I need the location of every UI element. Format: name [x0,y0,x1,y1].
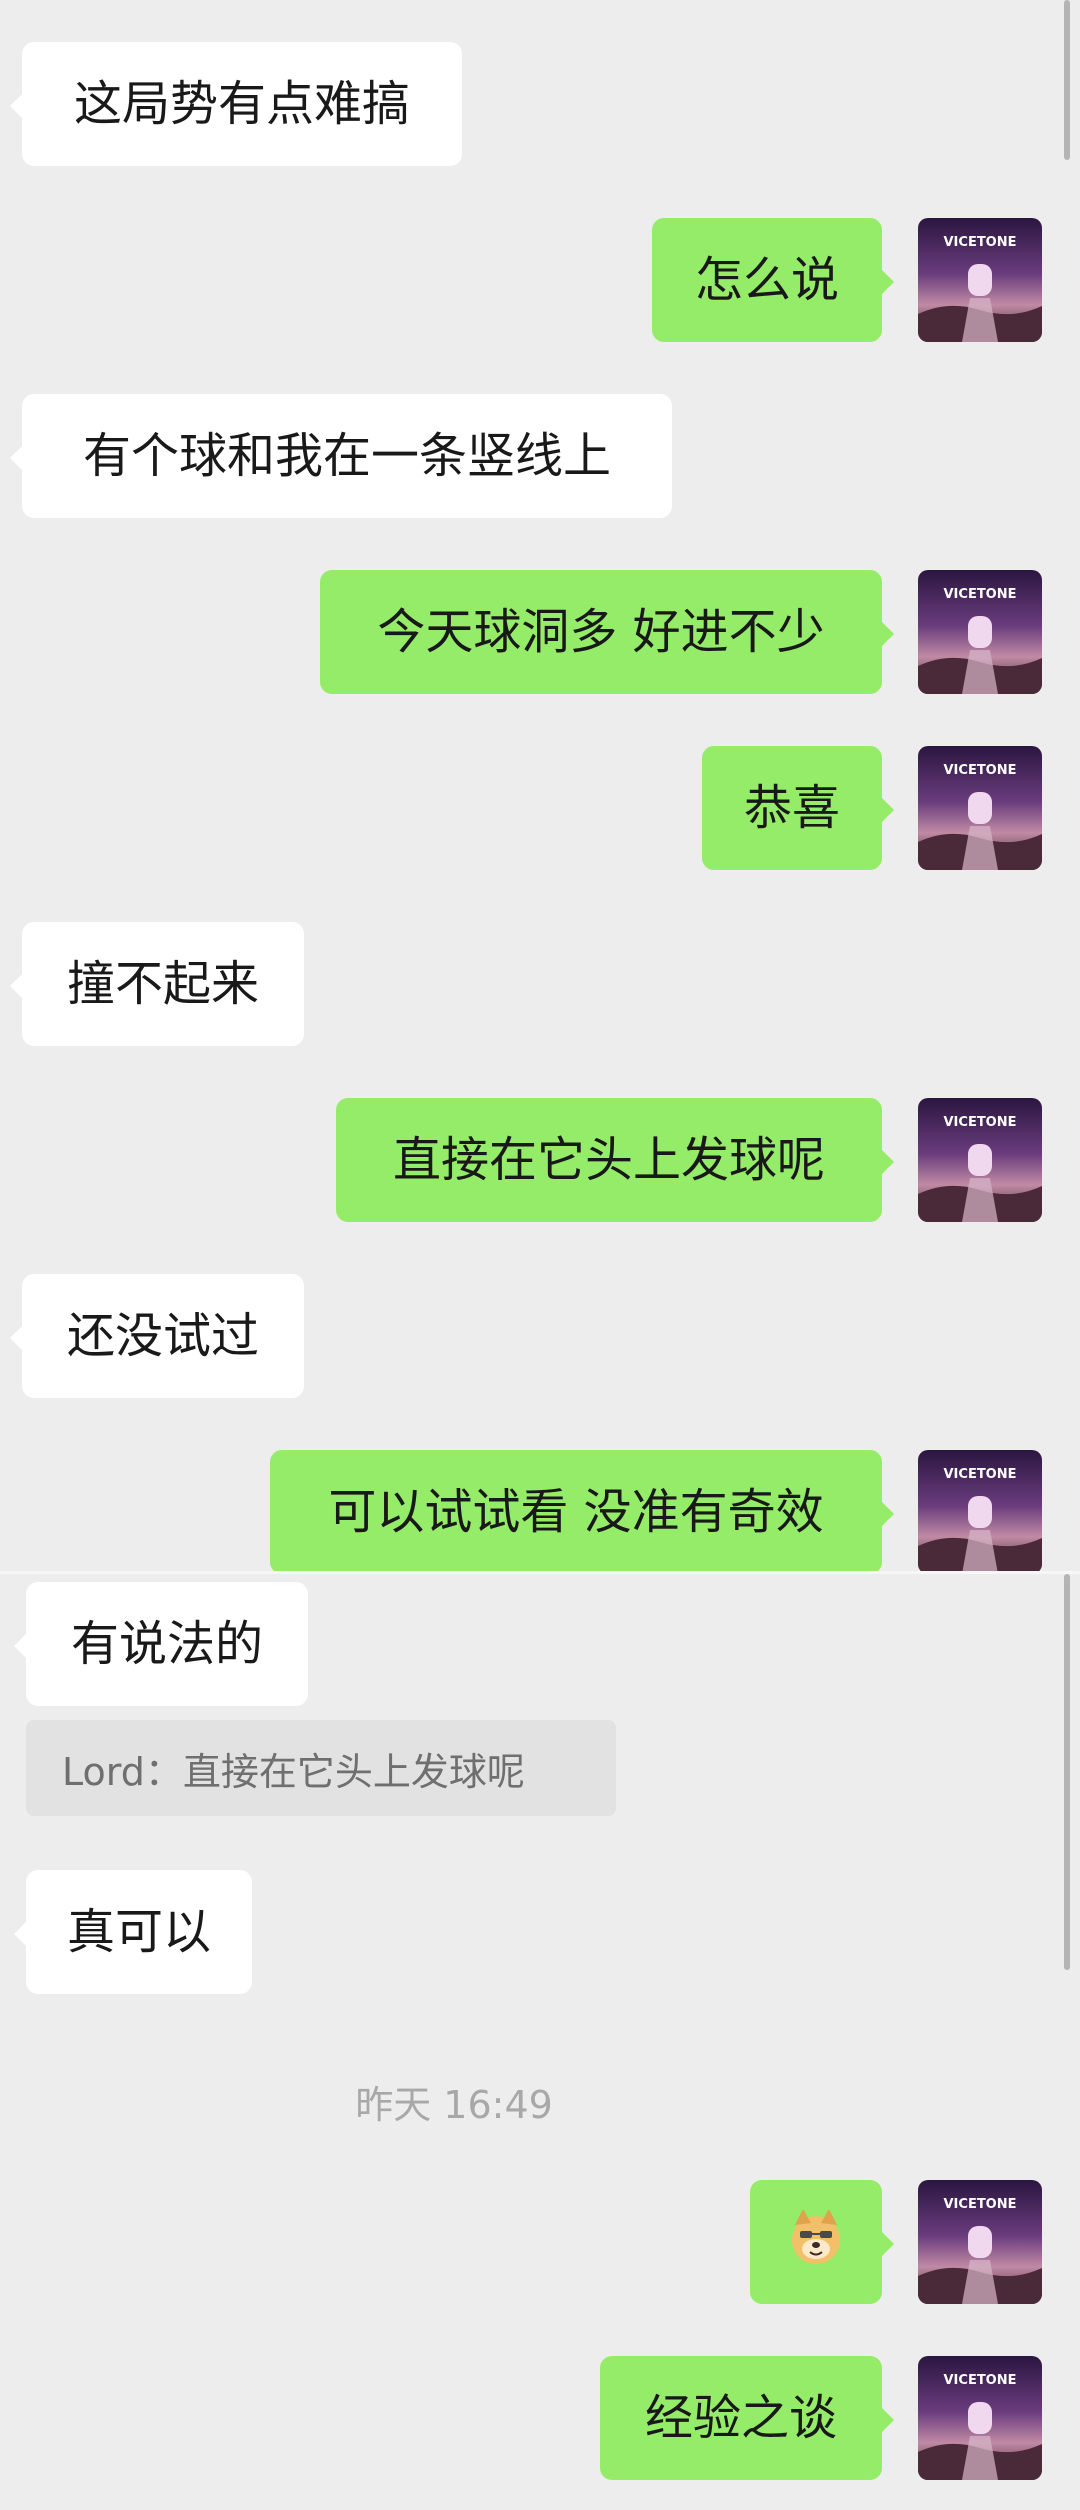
avatar-brand-text: VICETONE [944,763,1017,778]
message-text: 有个球和我在一条竖线上 [82,428,611,484]
avatar-brand-text: VICETONE [944,2373,1017,2388]
message-bubble-outgoing[interactable]: 今天球洞多 好进不少 [320,570,894,694]
message-bubble-incoming[interactable]: 这局势有点难搞 [10,42,462,166]
message-text: 撞不起来 [66,956,259,1012]
avatar-brand-text: VICETONE [944,2197,1017,2212]
message-text: 经验之谈 [644,2390,837,2446]
avatar[interactable]: VICETONE [918,218,1042,342]
message-text: 可以试试看 没准有奇效 [328,1484,824,1540]
avatar[interactable]: VICETONE [918,746,1042,870]
message-text: 有说法的 [70,1616,263,1672]
message-text: 还没试过 [66,1308,259,1364]
message-bubble-incoming[interactable]: 有个球和我在一条竖线上 [10,394,672,518]
scrollbar-bottom[interactable] [1064,1574,1070,1970]
message-bubble-incoming[interactable]: 撞不起来 [10,922,304,1046]
message-bubble-outgoing[interactable]: 直接在它头上发球呢 [336,1098,894,1222]
message-text: 直接在它头上发球呢 [392,1132,825,1188]
avatar[interactable]: VICETONE [918,570,1042,694]
avatar[interactable]: VICETONE [918,1098,1042,1222]
avatar-brand-text: VICETONE [944,1467,1017,1482]
screenshot-seam-divider [0,1571,1080,1574]
avatar[interactable]: VICETONE [918,2180,1042,2304]
avatar-brand-text: VICETONE [944,1115,1017,1130]
message-text: 今天球洞多 好进不少 [377,604,825,660]
quoted-reply-text: Lord：直接在它头上发球呢 [62,1749,525,1794]
scrollbar-top[interactable] [1064,0,1070,160]
timestamp: 昨天 16:49 [355,2083,553,2127]
message-bubble-outgoing[interactable] [750,2180,894,2304]
message-text: 怎么说 [694,252,839,308]
avatar[interactable]: VICETONE [918,2356,1042,2480]
message-text: 真可以 [66,1904,211,1960]
avatar-brand-text: VICETONE [944,235,1017,250]
message-bubble-outgoing[interactable]: 可以试试看 没准有奇效 [270,1450,894,1574]
message-bubble-incoming[interactable]: 有说法的 [14,1582,308,1706]
quoted-reply[interactable]: Lord：直接在它头上发球呢 [26,1720,616,1816]
avatar-brand-text: VICETONE [944,587,1017,602]
message-bubble-outgoing[interactable]: 怎么说 [652,218,894,342]
message-text: 恭喜 [743,780,840,836]
message-bubble-incoming[interactable]: 真可以 [14,1870,252,1994]
message-bubble-outgoing[interactable]: 恭喜 [702,746,894,870]
doge-emoji-icon [785,2207,847,2277]
message-bubble-outgoing[interactable]: 经验之谈 [600,2356,894,2480]
message-text: 这局势有点难搞 [73,76,410,132]
message-bubble-incoming[interactable]: 还没试过 [10,1274,304,1398]
avatar[interactable]: VICETONE [918,1450,1042,1574]
